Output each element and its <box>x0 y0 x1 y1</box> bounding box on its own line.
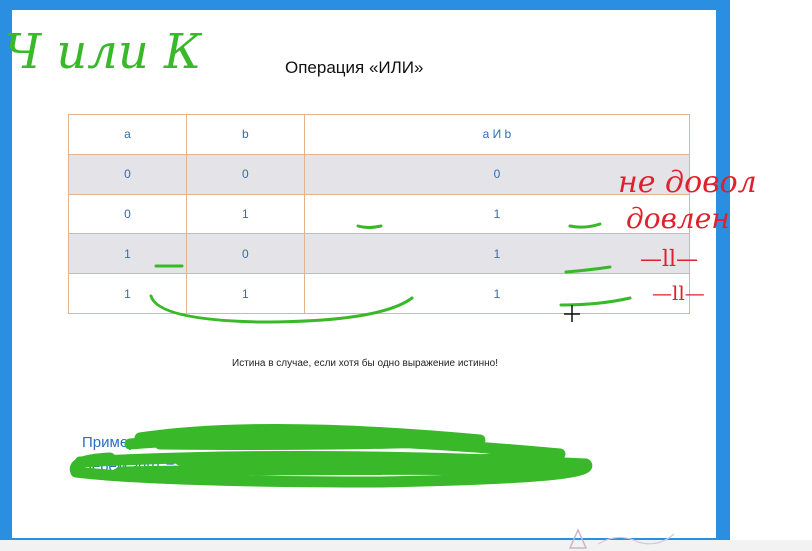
cell: 1 <box>185 193 305 235</box>
cell: 0 <box>68 193 187 235</box>
header-result: a И b <box>303 114 691 155</box>
slide-title: Операция «ИЛИ» <box>285 58 424 77</box>
cell: 0 <box>303 153 691 195</box>
table-row: 1 1 1 <box>68 273 691 314</box>
cell: 1 <box>303 273 691 314</box>
header-a: a <box>68 114 187 155</box>
bottom-strip <box>0 540 812 551</box>
table-row: 0 1 1 <box>68 193 691 235</box>
cell: 1 <box>303 233 691 275</box>
cell: 1 <box>68 273 187 314</box>
cell: 0 <box>185 153 305 195</box>
example-end: ) дождь) <box>215 458 273 475</box>
table-row: 0 0 0 <box>68 153 691 195</box>
cell: 0 <box>185 233 305 275</box>
truth-note: Истина в случае, если хотя бы одно выраж… <box>232 358 498 369</box>
example-line: Берём зонт = (ИЛИ) дождь) <box>82 458 273 475</box>
cell: 1 <box>303 193 691 235</box>
table-header-row: a b a И b <box>68 114 691 155</box>
cell: 1 <box>68 233 187 275</box>
header-b: b <box>185 114 305 155</box>
truth-table: a b a И b 0 0 0 0 1 1 1 0 1 1 1 1 <box>68 114 691 314</box>
example-start: Берём зонт = ( <box>82 458 184 475</box>
table-row: 1 0 1 <box>68 233 691 275</box>
cell: 1 <box>185 273 305 314</box>
watermark-logo-icon <box>568 528 675 549</box>
example-heading: Пример: <box>82 434 141 451</box>
cell: 0 <box>68 153 187 195</box>
example-or: ИЛИ <box>183 458 216 475</box>
